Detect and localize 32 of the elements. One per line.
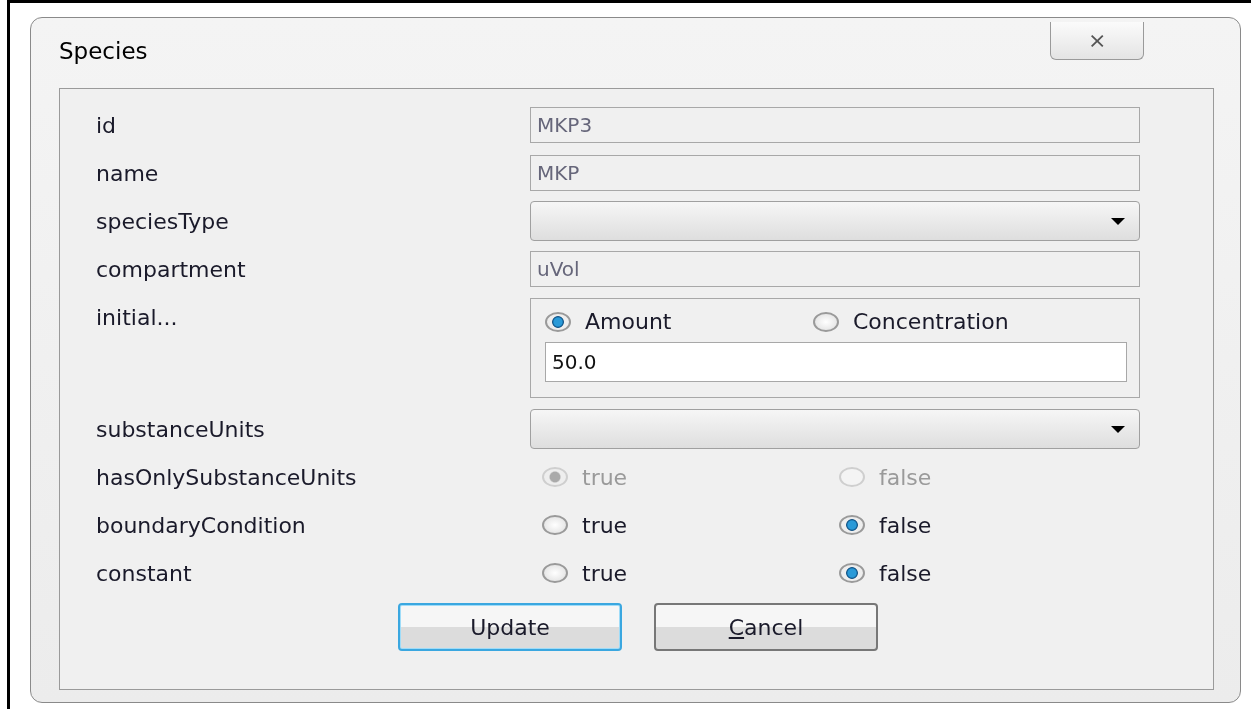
value-field[interactable]: 50.0 [545,342,1127,382]
caret-icon [1111,425,1125,433]
radio-label: false [879,560,932,586]
radio-label: Amount [585,309,672,334]
radio-button[interactable] [542,515,568,535]
field-label: compartment [96,256,247,282]
radio-label: false [879,464,932,490]
radio-button[interactable] [839,515,865,535]
radio-button[interactable] [839,563,865,583]
field-label: speciesType [96,208,230,234]
caret-icon [1111,217,1125,225]
window-title: Species [59,38,148,64]
dialog-button[interactable]: Update [398,603,622,651]
radio-label: Concentration [853,309,1009,334]
field-label: initial... [96,305,179,330]
radio-button[interactable] [542,563,568,583]
radio-button[interactable] [813,311,839,332]
radio-label: false [879,512,932,538]
dropdown-field[interactable] [530,409,1140,449]
field-label: name [96,160,160,186]
radio-label: true [582,512,628,538]
field-label: substanceUnits [96,416,266,442]
field-label: id [96,112,118,138]
radio-button[interactable] [545,311,571,332]
radio-label: true [582,464,628,490]
field-label: constant [96,560,193,586]
close-button[interactable]: ⨯ [1050,22,1144,60]
field-label: hasOnlySubstanceUnits [96,464,358,490]
dropdown-field[interactable] [530,201,1140,241]
dialog-button[interactable]: Cancel [654,603,878,651]
field-label: boundaryCondition [96,512,307,538]
radio-label: true [582,560,628,586]
